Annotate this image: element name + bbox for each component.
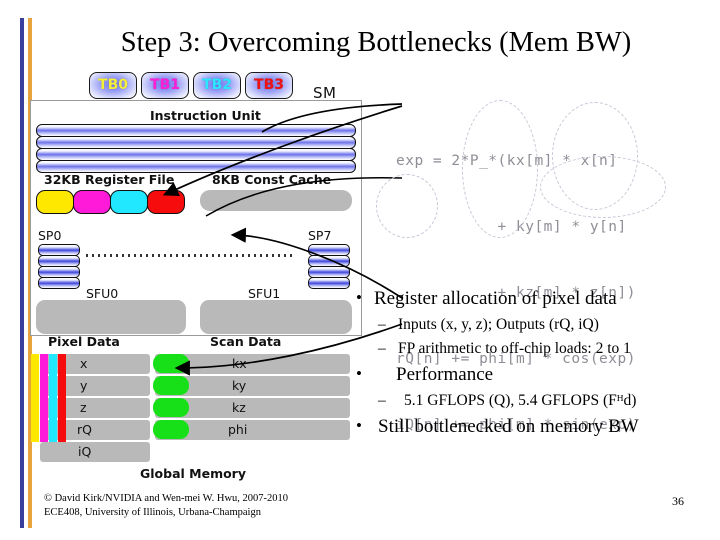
sp7-stack — [308, 244, 350, 289]
page-number: 36 — [672, 494, 684, 508]
pixel-data-value: z — [80, 400, 87, 415]
thread-block-chip-3: TB3 — [245, 72, 293, 99]
sfu0-block — [36, 300, 186, 334]
pixel-strip-tb1 — [40, 354, 48, 442]
scan-data-value: kz — [232, 400, 246, 415]
sp-bar — [308, 277, 350, 289]
thread-block-chip-1: TB1 — [141, 72, 189, 99]
thread-block-chip-0: TB0 — [89, 72, 137, 99]
scan-data-green-block — [153, 420, 189, 439]
bullet-level1: Still bottlenecked on memory BW — [352, 413, 718, 440]
register-cell-tb2 — [110, 190, 148, 214]
scan-data-green-block — [153, 354, 189, 373]
bullet-level1: Register allocation of pixel data — [352, 285, 718, 312]
sp-ellipsis-dots — [86, 254, 296, 257]
const-cache-label: 8KB Const Cache — [212, 172, 332, 187]
highlight-ellipse-trig — [540, 156, 666, 218]
code-line: + ky[m] * y[n] — [396, 219, 627, 235]
bullet-list: Register allocation of pixel data Inputs… — [352, 285, 718, 442]
pixel-strip-tb0 — [31, 354, 39, 442]
register-file-label: 32KB Register File — [44, 172, 175, 187]
pixel-data-value: iQ — [78, 444, 92, 459]
decorative-bar-blue — [20, 18, 24, 528]
register-cell-tb3 — [147, 190, 185, 214]
sm-label: SM — [313, 84, 337, 102]
highlight-ellipse-scan — [462, 100, 538, 238]
scan-data-value: kx — [232, 356, 247, 371]
scan-data-green-block — [153, 376, 189, 395]
sp0-stack — [38, 244, 80, 289]
bullet-level1: Performance — [352, 361, 718, 388]
sfu1-block — [200, 300, 352, 334]
instruction-unit-bar — [36, 148, 356, 161]
pixel-data-value: y — [80, 378, 88, 393]
pixel-data-row — [40, 442, 150, 462]
pixel-data-label: Pixel Data — [48, 334, 120, 349]
footer-line-copyright: © David Kirk/NVIDIA and Wen-mei W. Hwu, … — [44, 493, 289, 504]
sfu0-label: SFU0 — [86, 286, 119, 301]
sp7-label: SP7 — [308, 228, 332, 243]
scan-data-green-block — [153, 398, 189, 417]
register-file-cells — [36, 190, 186, 214]
global-memory-group: Pixel Data Scan Data x y z rQ iQ kx ky k… — [30, 334, 360, 481]
instruction-unit-bar — [36, 136, 356, 149]
gpu-architecture-diagram: TB0 TB1 TB2 TB3 SM Instruction Unit 32KB… — [30, 68, 403, 488]
sp-bar — [38, 277, 80, 289]
thread-block-chip-2: TB2 — [193, 72, 241, 99]
bullet-level2: FP arithmetic to off-chip loads: 2 to 1 — [352, 338, 718, 360]
page-title: Step 3: Overcoming Bottlenecks (Mem BW) — [120, 27, 632, 58]
pixel-data-value: x — [80, 356, 88, 371]
pixel-strip-tb2 — [49, 354, 57, 442]
sp0-label: SP0 — [38, 228, 62, 243]
pixel-strip-tb3 — [58, 354, 66, 442]
bullet-level2: 5.1 GFLOPS (Q), 5.4 GFLOPS (Fᴴd) — [352, 390, 718, 412]
instruction-unit-bars — [36, 124, 356, 173]
sfu1-label: SFU1 — [248, 286, 281, 301]
thread-block-row: TB0 TB1 TB2 TB3 — [89, 72, 299, 99]
register-cell-tb0 — [36, 190, 74, 214]
bullet-level2: Inputs (x, y, z); Outputs (rQ, iQ) — [352, 314, 718, 336]
instruction-unit-bar — [36, 160, 356, 173]
instruction-unit-bar — [36, 124, 356, 137]
scan-data-label: Scan Data — [210, 334, 282, 349]
scan-data-value: phi — [228, 422, 248, 437]
register-cell-tb1 — [73, 190, 111, 214]
pixel-data-value: rQ — [77, 422, 92, 437]
const-cache-block — [200, 190, 352, 211]
highlight-ellipse-output — [376, 174, 438, 238]
footer-credits: © David Kirk/NVIDIA and Wen-mei W. Hwu, … — [44, 492, 288, 519]
footer-line-course: ECE408, University of Illinois, Urbana-C… — [44, 506, 261, 518]
global-memory-label: Global Memory — [140, 466, 246, 481]
instruction-unit-label: Instruction Unit — [150, 108, 261, 123]
scan-data-value: ky — [232, 378, 247, 393]
slide-canvas: Step 3: Overcoming Bottlenecks (Mem BW) … — [0, 0, 720, 540]
